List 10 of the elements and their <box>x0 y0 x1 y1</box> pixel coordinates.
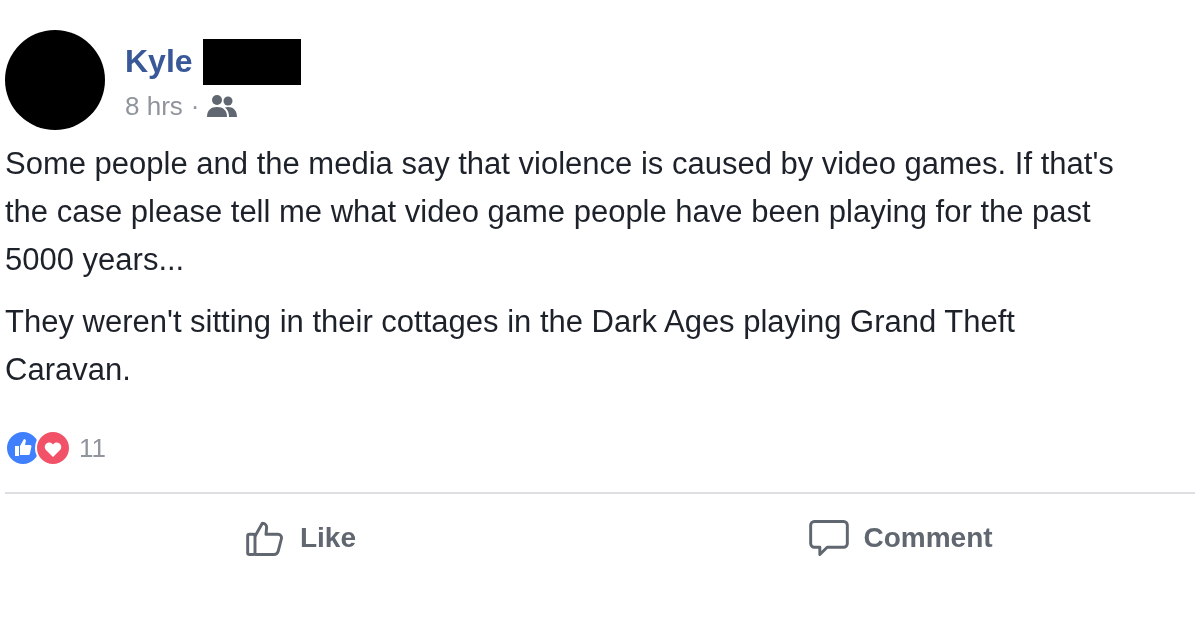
people-icon <box>207 94 238 118</box>
author-name[interactable]: Kyle <box>125 43 193 80</box>
like-button[interactable]: Like <box>236 512 364 564</box>
heart-reaction-icon <box>35 430 71 466</box>
separator-dot: · <box>190 90 200 122</box>
reaction-count[interactable]: 11 <box>79 432 106 464</box>
comment-button[interactable]: Comment <box>799 512 1001 564</box>
post-paragraph: Some people and the media say that violence is caused by video games. If that's the case please tell me what video game people have been playing for the past 5000 years... <box>5 145 1115 279</box>
post-time[interactable]: 8 hrs <box>125 90 183 122</box>
post-paragraph: They weren't sitting in their cottages in the Dark Ages playing Grand Theft Caravan. <box>5 303 1016 389</box>
